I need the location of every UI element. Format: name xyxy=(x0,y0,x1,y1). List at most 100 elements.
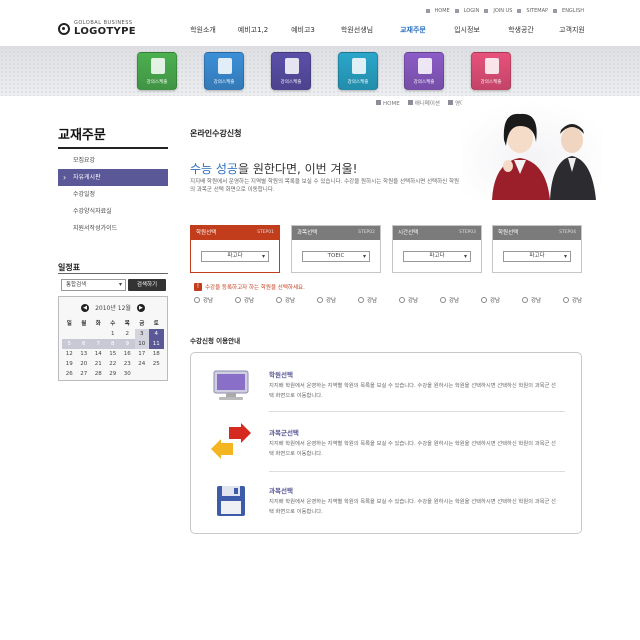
calendar-day xyxy=(77,329,92,339)
quick-button[interactable]: 강의스케줄 xyxy=(471,52,511,90)
academy-radio[interactable]: 강남 xyxy=(440,296,481,304)
gnb-item[interactable]: 고객지원 xyxy=(548,25,596,35)
calendar-day[interactable]: 11 xyxy=(149,339,164,349)
sidebar-divider xyxy=(58,147,168,149)
util-join-link[interactable]: JOIN US xyxy=(493,8,512,14)
breadcrumb-item[interactable]: 애니메이션 xyxy=(415,101,440,107)
academy-radio[interactable]: 강남 xyxy=(522,296,563,304)
calendar-day[interactable]: 2 xyxy=(120,329,135,339)
radio-label: 강남 xyxy=(490,298,501,304)
calendar-day[interactable]: 3 xyxy=(134,329,149,339)
academy-radio[interactable]: 강남 xyxy=(317,296,358,304)
academy-radio[interactable]: 강남 xyxy=(358,296,399,304)
calendar-day[interactable]: 12 xyxy=(62,349,77,359)
gnb-item[interactable]: 예비고3 xyxy=(278,25,328,35)
quick-button[interactable]: 강의스케줄 xyxy=(404,52,444,90)
util-english-link[interactable]: ENGLISH xyxy=(562,8,584,14)
calendar-day[interactable]: 28 xyxy=(91,369,106,379)
academy-radio[interactable]: 강남 xyxy=(194,296,235,304)
guide-box: 학원선택 지지배 학원에서 운영하는 지역별 학원의 목록을 보실 수 있습니다… xyxy=(190,352,582,534)
sidebar-item[interactable]: 지원서작성가이드 xyxy=(58,220,168,237)
calendar-day[interactable]: 25 xyxy=(149,359,164,369)
bullet-icon xyxy=(407,100,413,105)
calendar-day[interactable]: 19 xyxy=(62,359,77,369)
quick-button[interactable]: 강의스케줄 xyxy=(204,52,244,90)
schedule-search-button[interactable]: 검색하기 xyxy=(128,279,166,291)
radio-circle-icon xyxy=(276,297,282,303)
calendar-day[interactable]: 9 xyxy=(120,339,135,349)
step-select[interactable]: 파고다 xyxy=(201,251,269,262)
calendar-day[interactable]: 1 xyxy=(106,329,121,339)
util-home-link[interactable]: HOME xyxy=(435,8,450,14)
calendar-day[interactable]: 16 xyxy=(120,349,135,359)
sidebar-item[interactable]: 수강일정 xyxy=(58,186,168,203)
pin-icon xyxy=(218,58,232,74)
gnb-item[interactable]: 입시정보 xyxy=(440,25,494,35)
calendar-day[interactable]: 10 xyxy=(134,339,149,349)
calendar-weekday: 목 xyxy=(124,321,130,327)
calendar-day[interactable]: 26 xyxy=(62,369,77,379)
quick-button[interactable]: 강의스케줄 xyxy=(271,52,311,90)
alert-icon: ! xyxy=(194,283,202,291)
gnb-item[interactable]: 학원선생님 xyxy=(328,25,386,35)
step-select[interactable]: 파고다 xyxy=(503,251,571,262)
step-select[interactable]: TOEIC xyxy=(302,251,370,262)
radio-circle-icon xyxy=(358,297,364,303)
intro-text: 지지배 학원에서 운영하는 지역별 학원의 목록을 보실 수 있습니다. 수강을… xyxy=(190,179,460,193)
calendar-day[interactable]: 8 xyxy=(105,339,120,349)
gnb-item-active[interactable]: 교재주문 xyxy=(386,25,440,35)
step-card-2: 과목선택 STEP02 TOEIC xyxy=(291,225,381,273)
academy-radio[interactable]: 강남 xyxy=(563,296,604,304)
schedule-title: 일정표 xyxy=(58,263,81,272)
step-label: 과목선택 xyxy=(297,230,318,236)
calendar-day[interactable]: 13 xyxy=(77,349,92,359)
calendar-day[interactable]: 7 xyxy=(91,339,106,349)
prev-month-icon[interactable]: ◀ xyxy=(81,303,90,312)
academy-radio[interactable]: 강남 xyxy=(235,296,276,304)
sidebar-item-selected[interactable]: 자유게시판 xyxy=(58,169,168,186)
calendar-weekday: 일 xyxy=(66,321,72,327)
calendar-weekday: 수 xyxy=(110,321,116,327)
schedule-search-select[interactable]: 통합검색 xyxy=(61,279,126,291)
headline: 수능 성공을 원한다면, 이번 겨울! xyxy=(190,160,357,177)
util-login-link[interactable]: LOGIN xyxy=(464,8,480,14)
calendar-day[interactable]: 5 xyxy=(62,339,77,349)
calendar-day[interactable]: 4 xyxy=(149,329,164,339)
util-sitemap-link[interactable]: SITEMAP xyxy=(526,8,548,14)
quick-label: 강의스케줄 xyxy=(280,80,302,85)
step-select[interactable]: 파고다 xyxy=(403,251,471,262)
sidebar-item[interactable]: 모집요강 xyxy=(58,152,168,169)
calendar-day[interactable]: 17 xyxy=(135,349,150,359)
logo[interactable]: GOLOBAL BUSINESS LOGOTYPE xyxy=(58,20,136,37)
calendar-day[interactable]: 20 xyxy=(77,359,92,369)
calendar-day[interactable]: 22 xyxy=(106,359,121,369)
radio-circle-icon xyxy=(481,297,487,303)
calendar-day[interactable]: 14 xyxy=(91,349,106,359)
calendar-day[interactable]: 30 xyxy=(120,369,135,379)
schedule-divider xyxy=(58,273,168,274)
calendar-day[interactable]: 18 xyxy=(149,349,164,359)
breadcrumb-home[interactable]: HOME xyxy=(383,101,400,107)
radio-circle-icon xyxy=(235,297,241,303)
gnb-item[interactable]: 예비고1,2 xyxy=(228,25,278,35)
calendar-day[interactable]: 23 xyxy=(120,359,135,369)
academy-radio[interactable]: 강남 xyxy=(481,296,522,304)
calendar-day[interactable]: 6 xyxy=(76,339,91,349)
calendar-day[interactable]: 21 xyxy=(91,359,106,369)
calendar-day[interactable]: 15 xyxy=(106,349,121,359)
sidebar-item[interactable]: 수강양식자료실 xyxy=(58,203,168,220)
step-card-1: 학원선택 STEP01 파고다 xyxy=(190,225,280,273)
calendar-day[interactable]: 24 xyxy=(135,359,150,369)
academy-radio[interactable]: 강남 xyxy=(276,296,317,304)
academy-radio[interactable]: 강남 xyxy=(399,296,440,304)
page-title: 온라인수강신청 xyxy=(190,129,242,138)
quick-button[interactable]: 강의스케줄 xyxy=(137,52,177,90)
quick-button[interactable]: 강의스케줄 xyxy=(338,52,378,90)
gnb-item[interactable]: 학원소개 xyxy=(178,25,228,35)
quick-label: 강의스케줄 xyxy=(213,80,235,85)
utility-nav: HOME LOGIN JOIN US SITEMAP ENGLISH xyxy=(425,8,584,14)
next-month-icon[interactable]: ▶ xyxy=(136,303,145,312)
calendar-day[interactable]: 29 xyxy=(106,369,121,379)
calendar-day[interactable]: 27 xyxy=(77,369,92,379)
gnb-item[interactable]: 학생공간 xyxy=(494,25,548,35)
